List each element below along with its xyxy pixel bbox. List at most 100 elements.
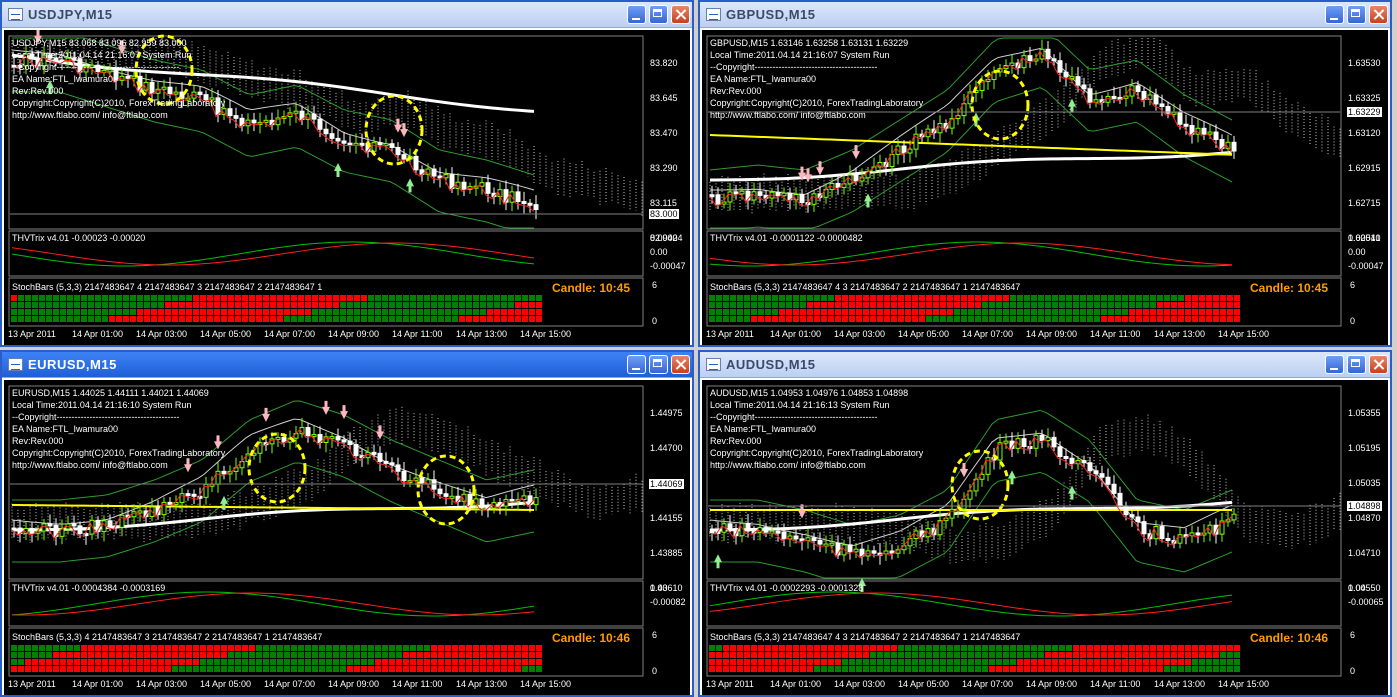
stoch-cell: [898, 295, 904, 301]
stoch-cell: [961, 295, 967, 301]
minimize-button[interactable]: [1325, 355, 1344, 374]
stoch-cell: [32, 652, 38, 658]
time-axis-label: 14 Apr 13:00: [1154, 679, 1206, 689]
maximize-button[interactable]: [1347, 5, 1366, 24]
stoch-cell: [270, 659, 276, 665]
maximize-button[interactable]: [649, 355, 668, 374]
price-chart[interactable]: GBPUSD,M15 1.63146 1.63258 1.63131 1.632…: [702, 30, 1388, 345]
window-titlebar[interactable]: GBPUSD,M15: [700, 2, 1390, 28]
stoch-cell: [772, 659, 778, 665]
trix-line-red: [709, 242, 1233, 266]
candle: [1051, 436, 1057, 448]
stoch-cell: [926, 645, 932, 651]
chart-info-line: Copyright:Copyright(C)2010, ForexTrading…: [12, 98, 226, 108]
stoch-cell: [158, 295, 164, 301]
maximize-button[interactable]: [1347, 355, 1366, 374]
candle: [1165, 538, 1171, 542]
stoch-cell: [18, 666, 24, 672]
price-chart[interactable]: EURUSD,M15 1.44025 1.44111 1.44021 1.440…: [4, 380, 690, 695]
stoch-cell: [730, 652, 736, 658]
stoch-cell: [298, 645, 304, 651]
stoch-cell: [849, 659, 855, 665]
stoch-cell: [1052, 645, 1058, 651]
stoch-cell: [961, 666, 967, 672]
stoch-cell: [1164, 666, 1170, 672]
window-titlebar[interactable]: AUDUSD,M15: [700, 352, 1390, 378]
chart-window-audusd[interactable]: AUDUSD,M15 AUDUSD,M15 1.04953 1.04976 1.…: [698, 350, 1392, 697]
stoch-cell: [305, 659, 311, 665]
time-axis-label: 14 Apr 07:00: [962, 679, 1014, 689]
stoch-cell: [438, 659, 444, 665]
stoch-cell: [884, 309, 890, 315]
time-axis-label: 14 Apr 11:00: [1090, 329, 1141, 339]
stoch-cell: [828, 295, 834, 301]
stoch-cell: [361, 645, 367, 651]
chart-info-line: EURUSD,M15 1.44025 1.44111 1.44021 1.440…: [12, 388, 209, 398]
stoch-cell: [926, 302, 932, 308]
stoch-cell: [487, 659, 493, 665]
stoch-cell: [1010, 666, 1016, 672]
stoch-cell: [982, 645, 988, 651]
close-button[interactable]: [671, 5, 690, 24]
window-titlebar[interactable]: EURUSD,M15: [2, 352, 692, 378]
close-button[interactable]: [671, 355, 690, 374]
stoch-cell: [730, 295, 736, 301]
close-button[interactable]: [1369, 5, 1388, 24]
minimize-button[interactable]: [627, 5, 646, 24]
stoch-cell: [74, 652, 80, 658]
stoch-cell: [494, 295, 500, 301]
minimize-button[interactable]: [627, 355, 646, 374]
chart-window-eurusd[interactable]: EURUSD,M15 EURUSD,M15 1.44025 1.44111 1.…: [0, 350, 694, 697]
stoch-cell: [116, 302, 122, 308]
maximize-button[interactable]: [649, 5, 668, 24]
window-titlebar[interactable]: USDJPY,M15: [2, 2, 692, 28]
stoch-cell: [723, 309, 729, 315]
close-button[interactable]: [1369, 355, 1388, 374]
stoch-cell: [1045, 302, 1051, 308]
stoch-cell: [326, 316, 332, 322]
stoch-cell: [877, 652, 883, 658]
minimize-button[interactable]: [1325, 5, 1344, 24]
stoch-cell: [95, 666, 101, 672]
stoch-cell: [891, 309, 897, 315]
stoch-cell: [284, 652, 290, 658]
stoch-cell: [877, 295, 883, 301]
sell-arrow: [262, 407, 270, 422]
stoch-cell: [396, 652, 402, 658]
stoch-cell: [319, 659, 325, 665]
stoch-cell: [109, 652, 115, 658]
chart-window-usdjpy[interactable]: USDJPY,M15 USDJPY,M15 83.068 83.096 82.9…: [0, 0, 694, 347]
price-chart[interactable]: AUDUSD,M15 1.04953 1.04976 1.04853 1.048…: [702, 380, 1388, 695]
price-chart[interactable]: USDJPY,M15 83.068 83.096 82.959 83.000 Lo…: [4, 30, 690, 345]
candle: [395, 464, 401, 472]
stoch-cell: [25, 666, 31, 672]
stoch-cell: [1052, 302, 1058, 308]
stoch-cell: [1101, 316, 1107, 322]
stoch-cell: [786, 302, 792, 308]
stoch-cell: [368, 652, 374, 658]
stoch-cell: [1024, 302, 1030, 308]
stoch-cell: [940, 645, 946, 651]
stoch-cell: [333, 302, 339, 308]
chart-info-line: Local Time:2011.04.14 21:16:07 System Ru…: [12, 50, 192, 60]
stoch-cell: [765, 316, 771, 322]
chart-window-gbpusd[interactable]: GBPUSD,M15 GBPUSD,M15 1.63146 1.63258 1.…: [698, 0, 1392, 347]
stoch-cell: [772, 302, 778, 308]
stoch-cell: [228, 645, 234, 651]
candle: [1069, 457, 1075, 465]
time-axis-label: 14 Apr 01:00: [770, 329, 822, 339]
stoch-cell: [522, 295, 528, 301]
stoch-cell: [249, 666, 255, 672]
stoch-cell: [765, 302, 771, 308]
trix-line-green: [11, 591, 535, 617]
chart-info-line: --Copyright-----------------------------…: [12, 62, 180, 72]
stoch-cell: [793, 316, 799, 322]
stoch-cell: [501, 645, 507, 651]
candle: [1027, 55, 1033, 61]
stoch-cell: [130, 666, 136, 672]
stoch-cell: [445, 659, 451, 665]
stoch-cell: [284, 316, 290, 322]
stoch-cell: [109, 659, 115, 665]
stoch-cell: [193, 302, 199, 308]
candle: [341, 140, 347, 144]
